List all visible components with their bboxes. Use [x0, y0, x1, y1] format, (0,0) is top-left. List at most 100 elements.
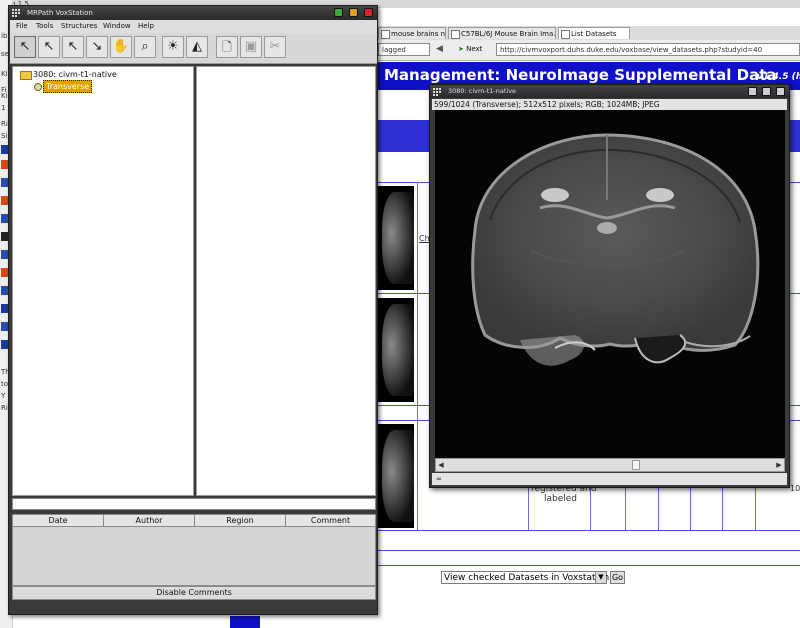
zoom-magnifier-icon[interactable]: ⌕: [134, 36, 156, 58]
pointer-tool-icon[interactable]: ↖: [38, 36, 60, 58]
view-select-text: View checked Datasets in Voxstation: [444, 573, 610, 583]
sidebar-text: Ki: [1, 92, 8, 100]
next-label: Next: [466, 45, 483, 53]
url-field[interactable]: http://civmvoxport.duhs.duke.edu/voxbase…: [496, 43, 800, 56]
go-button[interactable]: Go: [610, 571, 625, 584]
folder-icon: [20, 71, 32, 80]
table-divider: [590, 488, 591, 530]
brightness-icon[interactable]: ☀: [162, 36, 184, 58]
voxstation-window: MRPath VoxStation File Tools Structures …: [8, 5, 378, 615]
table-divider: [528, 488, 529, 530]
tab-label: C57BL/6J Mouse Brain Ima...: [461, 30, 556, 38]
close-icon[interactable]: [776, 87, 785, 96]
pan-hand-icon[interactable]: ✋: [110, 36, 132, 58]
dataset-cell-text: labeled: [544, 494, 578, 504]
tab-label: List Datasets: [571, 30, 617, 38]
table-divider: [378, 565, 800, 566]
viewer-titlebar[interactable]: 3080: civm-t1-native: [430, 85, 789, 98]
save-disk-icon[interactable]: ▣: [240, 36, 262, 58]
maximize-icon[interactable]: [762, 87, 771, 96]
menu-structures[interactable]: Structures: [61, 20, 97, 33]
cut-scissors-icon[interactable]: ✂: [264, 36, 286, 58]
sidebar-text: to: [1, 380, 9, 388]
menu-help[interactable]: Help: [138, 20, 154, 33]
sidebar-text: Y: [1, 392, 6, 400]
sidebar-text: Ri: [1, 120, 8, 128]
flagged-dropdown[interactable]: lagged: [378, 43, 430, 56]
new-document-icon[interactable]: 🗋: [216, 36, 238, 58]
menu-window[interactable]: Window: [103, 20, 131, 33]
mri-image-canvas[interactable]: [435, 110, 785, 458]
table-divider: [722, 488, 723, 530]
region-tool-icon[interactable]: ↖: [62, 36, 84, 58]
column-region[interactable]: Region: [195, 515, 286, 527]
viewer-footer: ∞: [432, 473, 787, 485]
browser-nav-bar: lagged ◀ ➤ Next http://civmvoxport.duhs.…: [378, 40, 800, 61]
dataset-cell-text: 10 1: [790, 484, 800, 493]
image-viewer-window: 3080: civm-t1-native 599/1024 (Transvers…: [429, 84, 790, 488]
voxstation-toolbar: ↖ ↖ ↖ ↘ ✋ ⌕ ☀ ◭ 🗋 ▣ ✂: [10, 33, 377, 64]
comment-input[interactable]: [12, 498, 376, 510]
structure-tree[interactable]: 3080: civm-t1-native Transverse: [12, 66, 194, 496]
link-icon[interactable]: ∞: [436, 475, 442, 483]
sidebar-text: Ki: [1, 70, 8, 78]
view-datasets-select[interactable]: View checked Datasets in Voxstation ▼: [441, 571, 610, 584]
line-tool-icon[interactable]: ↘: [86, 36, 108, 58]
page-icon: [451, 30, 460, 39]
column-comment[interactable]: Comment: [286, 515, 375, 527]
minimize-icon[interactable]: [748, 87, 757, 96]
dataset-thumbnail[interactable]: [378, 186, 414, 290]
scroll-thumb[interactable]: [632, 460, 640, 470]
chevron-down-icon: ▼: [595, 572, 606, 583]
tab-mouse-brains[interactable]: mouse brains n...: [378, 27, 446, 39]
menu-tools[interactable]: Tools: [36, 20, 53, 33]
table-divider: [378, 530, 800, 531]
histogram-icon[interactable]: ◭: [186, 36, 208, 58]
dataset-thumbnail[interactable]: [378, 424, 414, 528]
browser-tab-bar: mouse brains n... C57BL/6J Mouse Brain I…: [378, 26, 800, 41]
tree-root-item[interactable]: 3080: civm-t1-native: [33, 69, 117, 80]
next-arrow-icon: ➤: [458, 45, 464, 53]
table-divider: [755, 488, 756, 530]
brain-image: [382, 192, 414, 284]
table-divider: [625, 488, 626, 530]
table-divider: [417, 182, 418, 530]
back-arrow-icon[interactable]: ◀: [436, 44, 446, 54]
select-arrow-icon[interactable]: ↖: [14, 36, 36, 58]
scroll-right-icon[interactable]: ▶: [774, 459, 784, 471]
sidebar-text: Si: [1, 132, 8, 140]
page-icon: [381, 30, 390, 39]
next-button[interactable]: ➤ Next: [458, 44, 482, 55]
tree-node-icon: [34, 83, 42, 91]
maximize-icon[interactable]: [349, 8, 358, 17]
close-icon[interactable]: [364, 8, 373, 17]
viewer-horizontal-scrollbar[interactable]: ◀ ▶: [435, 458, 785, 472]
column-author[interactable]: Author: [104, 515, 195, 527]
window-title: MRPath VoxStation: [27, 9, 93, 17]
detail-pane[interactable]: [196, 66, 376, 496]
app-logo-icon: [433, 88, 442, 96]
brain-image: [382, 304, 414, 396]
version-label: v1.4.5 (hi20: [757, 72, 800, 82]
table-divider: [658, 488, 659, 530]
tab-c57bl-mouse-brain[interactable]: C57BL/6J Mouse Brain Ima...: [448, 27, 556, 39]
voxstation-titlebar[interactable]: MRPath VoxStation: [9, 6, 377, 20]
column-date[interactable]: Date: [13, 515, 104, 527]
menu-file[interactable]: File: [16, 20, 28, 33]
sidebar-text: ib: [1, 32, 8, 40]
sidebar-text: Ri: [1, 404, 8, 412]
flagged-label: lagged: [382, 46, 406, 54]
dataset-thumbnail[interactable]: [378, 298, 414, 402]
tab-list-datasets[interactable]: List Datasets: [558, 27, 630, 39]
app-logo-icon: [12, 9, 21, 17]
comments-table[interactable]: Date Author Region Comment: [12, 514, 376, 586]
url-text: http://civmvoxport.duhs.duke.edu/voxbase…: [500, 46, 763, 54]
scroll-left-icon[interactable]: ◀: [436, 459, 446, 471]
voxstation-menubar: File Tools Structures Window Help: [10, 20, 377, 34]
viewer-title: 3080: civm-t1-native: [448, 87, 517, 95]
disable-comments-button[interactable]: Disable Comments: [12, 586, 376, 600]
minimize-icon[interactable]: [334, 8, 343, 17]
page-icon: [561, 30, 570, 39]
tree-item-transverse[interactable]: Transverse: [43, 80, 93, 93]
table-divider: [378, 550, 800, 551]
